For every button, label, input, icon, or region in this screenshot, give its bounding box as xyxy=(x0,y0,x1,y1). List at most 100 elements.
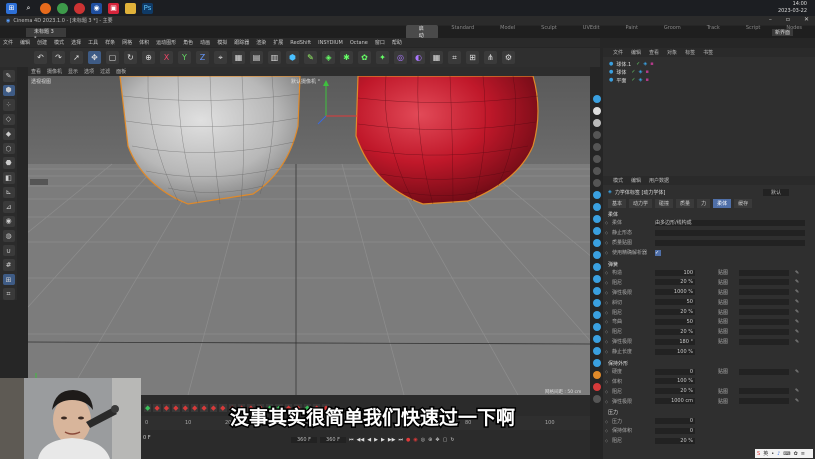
material-tag-icon[interactable]: ▪ xyxy=(645,77,648,83)
layout-tab[interactable]: Script xyxy=(733,25,774,39)
render-region-icon[interactable]: ▦ xyxy=(232,51,245,64)
floor-icon[interactable] xyxy=(592,155,601,163)
brush-icon[interactable]: ✎ xyxy=(2,70,15,82)
search-icon[interactable]: ⌕ xyxy=(23,3,34,14)
subdivision-icon[interactable]: ◈ xyxy=(322,51,335,64)
render-object-icon[interactable] xyxy=(592,359,601,367)
array-icon[interactable] xyxy=(592,239,601,247)
picker-icon[interactable]: ✎ xyxy=(795,369,799,375)
menu-item[interactable]: 模式 xyxy=(54,39,64,46)
property-map-field[interactable] xyxy=(739,299,789,306)
keyframe-icon[interactable]: ◆ xyxy=(172,404,180,412)
keyframe-icon[interactable]: ◆ xyxy=(209,404,218,412)
attribute-tab[interactable]: 缓存 xyxy=(734,199,753,208)
viewport-menu-item[interactable]: 过滤 xyxy=(100,68,110,75)
viewport-menu-item[interactable]: 显示 xyxy=(68,68,78,75)
menu-item[interactable]: 网格 xyxy=(122,39,132,46)
record-icon[interactable]: ● xyxy=(406,437,410,443)
grey-tag-icon[interactable] xyxy=(592,395,601,403)
tag-icon[interactable] xyxy=(592,131,601,139)
position-key-icon[interactable]: ✥ xyxy=(435,437,439,443)
object-row[interactable]: ● 平面 ✓ ◈ ▪ xyxy=(603,76,815,84)
deformer-icon[interactable]: ✿ xyxy=(358,51,371,64)
orange-tag-icon[interactable] xyxy=(592,371,601,379)
field-icon[interactable]: ✦ xyxy=(376,51,389,64)
property-map-field[interactable] xyxy=(739,309,789,316)
property-value[interactable]: 50 xyxy=(655,299,695,306)
property-value[interactable]: 100 % xyxy=(655,378,695,385)
property-value[interactable]: 由多边形/线构成 xyxy=(655,219,805,226)
uv-mode-icon[interactable]: ⬡ xyxy=(2,142,15,155)
menu-item[interactable]: 窗口 xyxy=(375,39,385,46)
object-row[interactable]: ● 球体.1 ✓ ◈ ▪ xyxy=(603,60,815,68)
layout-tab[interactable]: Model xyxy=(487,25,528,39)
layout-tab[interactable]: Track xyxy=(694,25,733,39)
render-view-icon[interactable]: ▤ xyxy=(250,51,263,64)
grid-icon[interactable]: ▦ xyxy=(430,51,443,64)
camera-icon[interactable]: ◐ xyxy=(412,51,425,64)
menu-item[interactable]: 帮助 xyxy=(392,39,402,46)
ime-indicator[interactable]: S 英 • ♪ ⌨ ✿ ≡ xyxy=(755,449,813,458)
material-tag-icon[interactable]: ▪ xyxy=(645,69,648,75)
menu-item[interactable]: 模拟 xyxy=(217,39,227,46)
property-value[interactable]: 1000 cm xyxy=(655,398,695,405)
attribute-menu-item[interactable]: 模式 xyxy=(613,177,623,184)
property-map-field[interactable] xyxy=(739,279,789,286)
frame-start-field[interactable]: 0 F xyxy=(143,435,151,441)
menu-item[interactable]: 渲染 xyxy=(256,39,266,46)
scene-icon[interactable]: ◎ xyxy=(394,51,407,64)
attribute-menu-item[interactable]: 用户数据 xyxy=(649,177,669,184)
picker-icon[interactable]: ✎ xyxy=(795,270,799,276)
scene-icon[interactable] xyxy=(592,95,601,103)
property-value[interactable]: 50 xyxy=(655,318,695,325)
frame-end-field-2[interactable]: 360 F xyxy=(320,437,347,443)
hair-icon[interactable] xyxy=(592,299,601,307)
dynamics-icon[interactable] xyxy=(592,287,601,295)
points-mode-icon[interactable]: ⁘ xyxy=(2,99,15,111)
scale-key-icon[interactable]: ▢ xyxy=(443,437,448,443)
layout-tab[interactable]: Sculpt xyxy=(528,25,570,39)
keyframe-icon[interactable]: ◆ xyxy=(162,404,171,412)
property-value[interactable]: 100 xyxy=(655,269,695,276)
character-icon[interactable] xyxy=(592,347,601,355)
property-value[interactable]: 20 % xyxy=(655,437,695,444)
frame-end-field[interactable]: 360 F xyxy=(291,437,318,443)
app-icon[interactable] xyxy=(74,2,85,14)
snap-icon[interactable]: ⌗ xyxy=(448,51,461,64)
x-axis-icon[interactable]: X xyxy=(160,51,173,64)
menu-item[interactable]: 选择 xyxy=(71,39,81,46)
sound-icon[interactable] xyxy=(592,323,601,331)
attribute-tab[interactable]: 柔体 xyxy=(713,199,732,208)
settings-icon[interactable]: ⚙ xyxy=(502,51,515,64)
document-tab[interactable]: 未标题 3 * xyxy=(26,27,66,42)
move-icon[interactable]: ✥ xyxy=(88,51,101,64)
soft-selection-icon[interactable]: ◍ xyxy=(2,230,15,242)
layout-tab[interactable]: Groom xyxy=(651,25,694,39)
workplane-tool-icon[interactable]: ⊿ xyxy=(2,201,15,213)
keyframe-icon[interactable]: ◆ xyxy=(181,404,189,412)
property-map-field[interactable] xyxy=(739,318,789,325)
object-manager-menu-item[interactable]: 标签 xyxy=(685,49,695,56)
menu-item[interactable]: INSYDIUM xyxy=(318,40,343,46)
property-value[interactable]: 20 % xyxy=(655,328,695,335)
attribute-menu-item[interactable]: 编辑 xyxy=(631,177,641,184)
play-icon[interactable]: ▶ xyxy=(374,437,378,443)
guide-icon[interactable]: ⌗ xyxy=(2,288,15,300)
attribute-tab[interactable]: 碰撞 xyxy=(655,199,674,208)
layout-tab[interactable]: UVEdit xyxy=(570,25,613,39)
next-key-icon[interactable]: ▶▶ xyxy=(388,437,396,443)
coordinate-system-icon[interactable]: ⌖ xyxy=(214,51,227,64)
picker-icon[interactable]: ✎ xyxy=(795,299,799,305)
rotate-icon[interactable]: ↻ xyxy=(124,51,137,64)
red-tag-icon[interactable] xyxy=(592,383,601,391)
spline-icon[interactable] xyxy=(592,215,601,223)
cube-icon[interactable]: ⬢ xyxy=(286,51,299,64)
goto-start-icon[interactable]: ⏮ xyxy=(349,437,354,443)
y-axis-icon[interactable]: Y xyxy=(178,51,191,64)
picker-icon[interactable]: ✎ xyxy=(795,339,799,345)
field-object-icon[interactable] xyxy=(592,275,601,283)
locking-icon[interactable]: ◉ xyxy=(2,215,15,228)
mograph-icon[interactable] xyxy=(592,335,601,343)
symmetry-icon[interactable]: ⋔ xyxy=(484,51,497,64)
property-value[interactable]: 0 xyxy=(655,368,695,375)
